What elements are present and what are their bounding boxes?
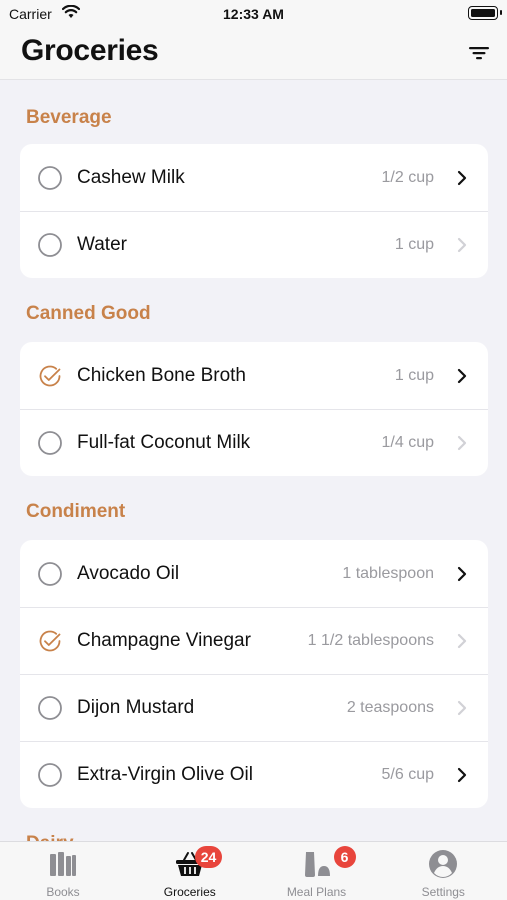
unchecked-circle-icon[interactable] xyxy=(37,430,63,456)
tab-label: Settings xyxy=(421,885,465,899)
tab-label: Books xyxy=(46,885,80,899)
item-quantity: 1 cup xyxy=(394,236,434,253)
section-header: Beverage xyxy=(26,107,112,128)
item-name: Chicken Bone Broth xyxy=(77,365,246,386)
grocery-list[interactable]: Beverage Cashew Milk 1/2 cup Water 1 cup C… xyxy=(0,81,507,841)
tab-label: Meal Plans xyxy=(286,885,347,899)
books-icon xyxy=(47,848,79,880)
chevron-right-icon[interactable] xyxy=(456,633,468,649)
grocery-item-row[interactable]: Cashew Milk 1/2 cup xyxy=(20,144,488,211)
item-quantity: 1/4 cup xyxy=(381,434,434,451)
tab-badge: 24 xyxy=(194,846,223,868)
item-quantity: 1/2 cup xyxy=(381,169,434,186)
tab-groceries[interactable]: Groceries 24 xyxy=(127,842,253,900)
item-quantity: 1 cup xyxy=(394,367,434,384)
chevron-right-icon[interactable] xyxy=(456,566,468,582)
meal-plans-icon xyxy=(301,848,333,880)
status-bar: Carrier 12:33 AM xyxy=(0,0,507,30)
section-header: Dairy xyxy=(26,833,74,841)
chevron-right-icon[interactable] xyxy=(456,368,468,384)
grocery-item-row[interactable]: Water 1 cup xyxy=(20,211,488,278)
grocery-item-row[interactable]: Extra-Virgin Olive Oil 5/6 cup xyxy=(20,741,488,808)
item-name: Cashew Milk xyxy=(77,167,185,188)
grocery-item-row[interactable]: Full-fat Coconut Milk 1/4 cup xyxy=(20,409,488,476)
settings-icon xyxy=(427,848,459,880)
item-name: Champagne Vinegar xyxy=(77,630,251,651)
section-card: Avocado Oil 1 tablespoon Champagne Vinega… xyxy=(20,540,488,808)
section-card: Chicken Bone Broth 1 cup Full-fat Coconut… xyxy=(20,342,488,476)
unchecked-circle-icon[interactable] xyxy=(37,165,63,191)
chevron-right-icon[interactable] xyxy=(456,700,468,716)
battery-icon xyxy=(468,6,502,20)
item-name: Extra-Virgin Olive Oil xyxy=(77,764,253,785)
tab-label: Groceries xyxy=(163,885,216,899)
item-name: Dijon Mustard xyxy=(77,697,195,718)
unchecked-circle-icon[interactable] xyxy=(37,561,63,587)
section-card: Cashew Milk 1/2 cup Water 1 cup xyxy=(20,144,488,278)
item-quantity: 1 tablespoon xyxy=(342,565,434,582)
tab-settings[interactable]: Settings xyxy=(380,842,506,900)
section-header: Canned Good xyxy=(26,303,151,324)
navigation-bar: Groceries xyxy=(0,30,507,80)
section-header: Condiment xyxy=(26,501,126,522)
tab-meal-plans[interactable]: Meal Plans 6 xyxy=(254,842,380,900)
clock: 12:33 AM xyxy=(223,6,284,22)
unchecked-circle-icon[interactable] xyxy=(37,762,63,788)
page-title: Groceries xyxy=(21,34,159,67)
chevron-right-icon[interactable] xyxy=(456,767,468,783)
chevron-right-icon[interactable] xyxy=(456,237,468,253)
tab-books[interactable]: Books xyxy=(0,842,126,900)
tab-badge: 6 xyxy=(333,846,356,868)
item-quantity: 1 1/2 tablespoons xyxy=(307,632,434,649)
item-name: Full-fat Coconut Milk xyxy=(77,432,251,453)
chevron-right-icon[interactable] xyxy=(456,435,468,451)
chevron-right-icon[interactable] xyxy=(456,170,468,186)
tab-bar: Books Groceries 24 Meal Plans 6 Settings xyxy=(0,841,507,900)
grocery-item-row[interactable]: Dijon Mustard 2 teaspoons xyxy=(20,674,488,741)
item-quantity: 2 teaspoons xyxy=(346,699,434,716)
item-quantity: 5/6 cup xyxy=(381,766,434,783)
filter-icon[interactable] xyxy=(465,40,493,66)
grocery-item-row[interactable]: Champagne Vinegar 1 1/2 tablespoons xyxy=(20,607,488,674)
item-name: Water xyxy=(77,234,127,255)
grocery-item-row[interactable]: Avocado Oil 1 tablespoon xyxy=(20,540,488,607)
grocery-item-row[interactable]: Chicken Bone Broth 1 cup xyxy=(20,342,488,409)
checked-circle-icon[interactable] xyxy=(37,363,63,389)
unchecked-circle-icon[interactable] xyxy=(37,695,63,721)
checked-circle-icon[interactable] xyxy=(37,628,63,654)
item-name: Avocado Oil xyxy=(77,563,180,584)
unchecked-circle-icon[interactable] xyxy=(37,232,63,258)
